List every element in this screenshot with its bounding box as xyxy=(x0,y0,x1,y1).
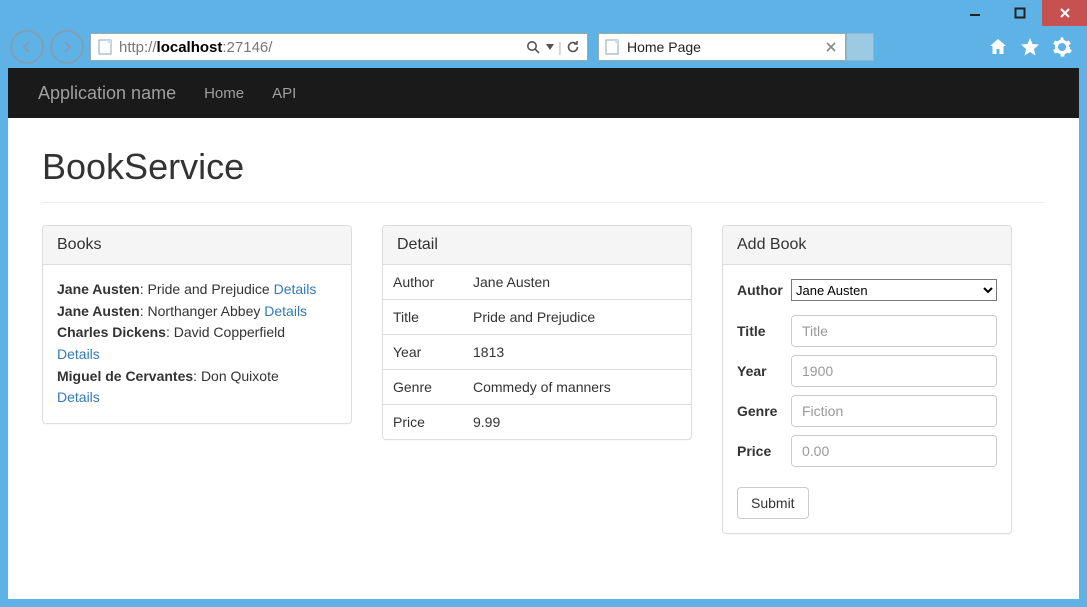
detail-label-genre: Genre xyxy=(383,370,463,405)
url-rest: :27146/ xyxy=(222,39,272,56)
submit-button[interactable]: Submit xyxy=(737,487,809,519)
label-title: Title xyxy=(737,323,791,339)
label-price: Price xyxy=(737,443,791,459)
window-close-button[interactable] xyxy=(1042,0,1087,26)
author-select[interactable]: Jane Austen xyxy=(791,279,997,301)
window-maximize-button[interactable] xyxy=(997,0,1042,26)
settings-icon[interactable] xyxy=(1051,36,1073,58)
list-item: Jane Austen: Pride and Prejudice Details xyxy=(57,279,337,301)
label-year: Year xyxy=(737,363,791,379)
detail-title: Pride and Prejudice xyxy=(463,300,691,335)
back-button[interactable] xyxy=(10,30,44,64)
book-author: Charles Dickens xyxy=(57,324,166,340)
detail-year: 1813 xyxy=(463,335,691,370)
brand[interactable]: Application name xyxy=(38,83,176,104)
refresh-icon[interactable] xyxy=(563,40,583,54)
toolbar-icons xyxy=(987,36,1079,58)
nav-home[interactable]: Home xyxy=(204,85,244,102)
new-tab-button[interactable] xyxy=(846,33,874,61)
detail-author: Jane Austen xyxy=(463,265,691,300)
book-title: Don Quixote xyxy=(201,368,279,384)
url-host: localhost xyxy=(157,39,223,56)
favorites-icon[interactable] xyxy=(1019,36,1041,58)
details-link[interactable]: Details xyxy=(57,346,100,362)
list-item: Jane Austen: Northanger Abbey Details xyxy=(57,301,337,323)
list-item: Miguel de Cervantes: Don Quixote Details xyxy=(57,366,337,409)
list-item: Charles Dickens: David Copperfield Detai… xyxy=(57,322,337,365)
details-link[interactable]: Details xyxy=(264,303,307,319)
detail-label-year: Year xyxy=(383,335,463,370)
detail-heading: Detail xyxy=(383,226,691,265)
title-input[interactable] xyxy=(791,315,997,347)
search-icon[interactable] xyxy=(523,40,543,54)
browser-tab[interactable]: Home Page xyxy=(598,33,846,61)
label-author: Author xyxy=(737,282,791,298)
tab-close-icon[interactable] xyxy=(823,39,839,55)
book-title: Pride and Prejudice xyxy=(148,281,270,297)
add-book-panel: Add Book Author Jane Austen Title xyxy=(722,225,1012,534)
tab-title: Home Page xyxy=(627,39,817,55)
books-panel: Books Jane Austen: Pride and Prejudice D… xyxy=(42,225,352,424)
browser-toolbar: http://localhost:27146/ | Home Page xyxy=(0,26,1087,68)
label-genre: Genre xyxy=(737,403,791,419)
book-author: Miguel de Cervantes xyxy=(57,368,193,384)
detail-label-author: Author xyxy=(383,265,463,300)
page-viewport: Application name Home API BookService Bo… xyxy=(8,68,1079,599)
add-book-heading: Add Book xyxy=(723,226,1011,265)
table-row: AuthorJane Austen xyxy=(383,265,691,300)
site-navbar: Application name Home API xyxy=(8,68,1079,118)
nav-api[interactable]: API xyxy=(272,85,296,102)
book-title: David Copperfield xyxy=(174,324,285,340)
detail-price: 9.99 xyxy=(463,405,691,440)
book-title: Northanger Abbey xyxy=(148,303,261,319)
book-author: Jane Austen xyxy=(57,303,140,319)
page-icon xyxy=(97,39,113,55)
details-link[interactable]: Details xyxy=(57,389,100,405)
forward-button[interactable] xyxy=(50,30,84,64)
window-minimize-button[interactable] xyxy=(952,0,997,26)
window-titlebar xyxy=(0,0,1087,26)
table-row: GenreCommedy of manners xyxy=(383,370,691,405)
search-dropdown-icon[interactable] xyxy=(543,43,557,51)
address-bar[interactable]: http://localhost:27146/ | xyxy=(90,33,588,61)
table-row: Year1813 xyxy=(383,335,691,370)
detail-table: AuthorJane Austen TitlePride and Prejudi… xyxy=(383,265,691,439)
table-row: TitlePride and Prejudice xyxy=(383,300,691,335)
genre-input[interactable] xyxy=(791,395,997,427)
book-author: Jane Austen xyxy=(57,281,140,297)
url-text: http://localhost:27146/ xyxy=(119,39,523,56)
url-prefix: http:// xyxy=(119,39,157,56)
year-input[interactable] xyxy=(791,355,997,387)
detail-label-title: Title xyxy=(383,300,463,335)
home-icon[interactable] xyxy=(987,36,1009,58)
detail-label-price: Price xyxy=(383,405,463,440)
books-list: Jane Austen: Pride and Prejudice Details… xyxy=(43,265,351,423)
detail-genre: Commedy of manners xyxy=(463,370,691,405)
table-row: Price9.99 xyxy=(383,405,691,440)
page-icon xyxy=(605,39,621,55)
price-input[interactable] xyxy=(791,435,997,467)
tab-strip: Home Page xyxy=(598,33,874,61)
detail-panel: Detail AuthorJane Austen TitlePride and … xyxy=(382,225,692,440)
books-heading: Books xyxy=(43,226,351,265)
details-link[interactable]: Details xyxy=(274,281,317,297)
page-title: BookService xyxy=(42,146,1045,203)
